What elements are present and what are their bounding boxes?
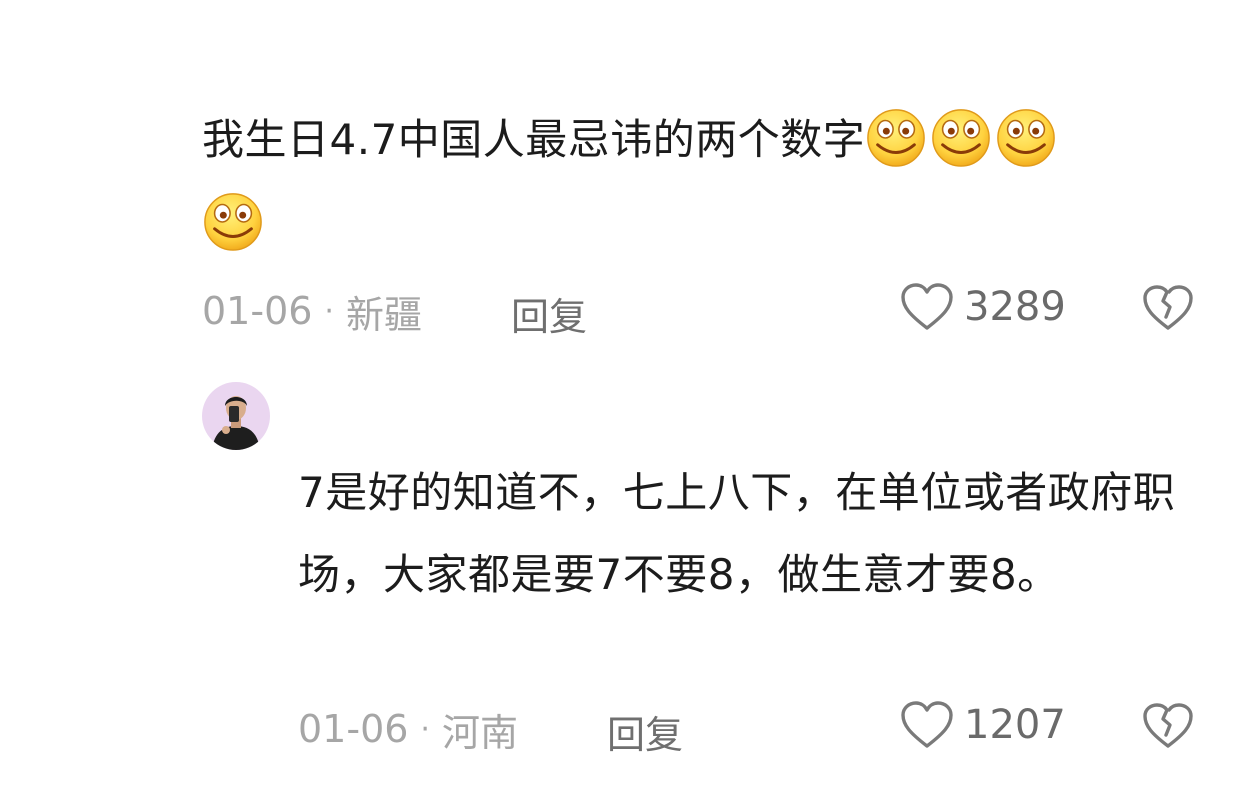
user-avatar[interactable] — [202, 382, 270, 450]
comment-1-date: 01-06 — [202, 289, 313, 333]
comment-2-like-count: 1207 — [964, 702, 1066, 748]
comment-2-reply-button[interactable]: 回复 — [607, 704, 683, 759]
heart-outline-icon — [901, 701, 953, 748]
meta-separator: · — [324, 293, 334, 329]
comment-1-meta: 01-06 · 新疆 — [202, 286, 422, 337]
smile-emoji-icon — [995, 106, 1057, 168]
comment-2-dislike-button[interactable] — [1142, 702, 1194, 754]
meta-separator: · — [420, 711, 430, 747]
smile-emoji-icon — [930, 106, 992, 168]
smile-emoji-icon — [202, 190, 264, 252]
comment-1-body: 我生日4.7中国人最忌讳的两个数字 — [202, 115, 866, 164]
comment-2-date: 01-06 — [298, 707, 409, 751]
comment-2-text: 7是好的知道不，七上八下，在单位或者政府职场，大家都是要7不要8，做生意才要8。 — [298, 468, 1176, 599]
comment-1-reply-button[interactable]: 回复 — [511, 286, 587, 341]
comment-1-like-button[interactable]: 3289 — [900, 282, 1066, 332]
comment-1-text: 我生日4.7中国人最忌讳的两个数字 — [202, 98, 1192, 266]
comment-1-location: 新疆 — [345, 292, 422, 337]
smile-emoji-icon — [865, 106, 927, 168]
comment-2-meta: 01-06 · 河南 — [298, 704, 518, 755]
comment-1-like-count: 3289 — [964, 284, 1066, 330]
heart-outline-icon — [901, 283, 953, 330]
broken-heart-icon — [1143, 703, 1193, 748]
comment-2-like-button[interactable]: 1207 — [900, 700, 1066, 750]
comment-1-dislike-button[interactable] — [1142, 284, 1194, 336]
comment-2-location: 河南 — [441, 710, 518, 755]
broken-heart-icon — [1143, 285, 1193, 330]
avatar-image — [202, 382, 270, 450]
